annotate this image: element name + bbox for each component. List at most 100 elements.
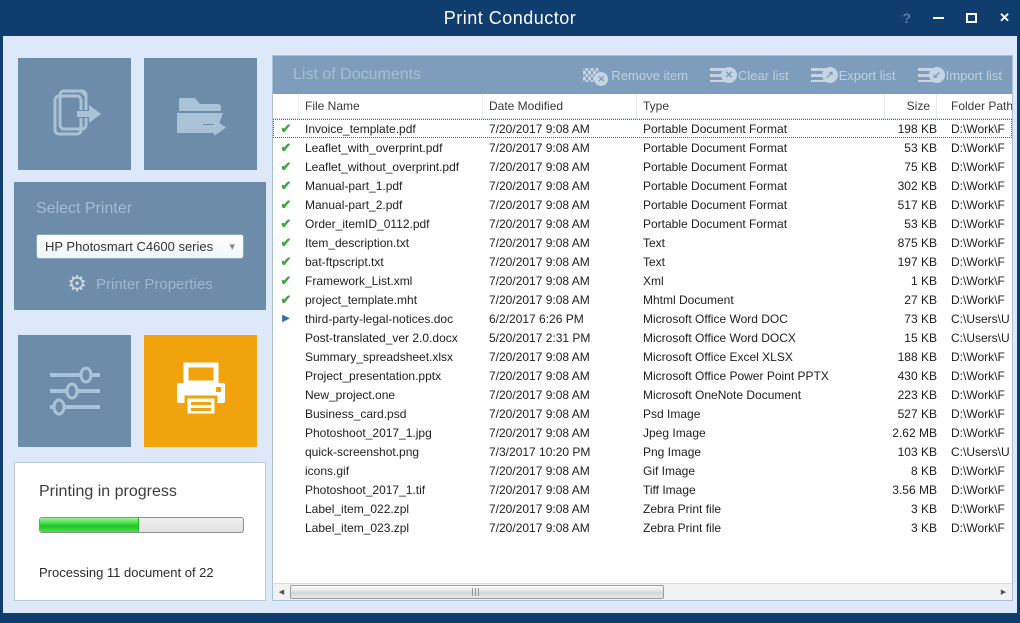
scroll-left-icon[interactable]: ◀ xyxy=(273,584,290,601)
scrollbar-thumb[interactable] xyxy=(290,585,664,599)
documents-panel: List of Documents ✕ Remove item ✕ Clear … xyxy=(272,55,1013,601)
size-cell: 53 KB xyxy=(885,217,937,231)
scroll-right-icon[interactable]: ▶ xyxy=(995,584,1012,601)
size-cell: 8 KB xyxy=(885,464,937,478)
import-list-button[interactable]: ↙ Import list xyxy=(918,66,1002,84)
date-modified-cell: 7/20/2017 9:08 AM xyxy=(483,407,637,421)
size-cell: 15 KB xyxy=(885,331,937,345)
date-modified-cell: 7/20/2017 9:08 AM xyxy=(483,141,637,155)
file-name-cell: Business_card.psd xyxy=(299,407,483,421)
folder-path-cell: C:\Users\U xyxy=(937,445,1012,459)
file-name-cell: Label_item_022.zpl xyxy=(299,502,483,516)
scrollbar-track[interactable] xyxy=(290,584,995,601)
settings-button[interactable] xyxy=(18,335,131,447)
date-modified-cell: 7/20/2017 9:08 AM xyxy=(483,521,637,535)
table-row[interactable]: ✔ Manual-part_2.pdf 7/20/2017 9:08 AM Po… xyxy=(273,195,1012,214)
clear-list-icon: ✕ xyxy=(710,66,732,84)
table-header: File Name Date Modified Type Size Folder… xyxy=(273,94,1012,119)
date-modified-cell: 7/20/2017 9:08 AM xyxy=(483,274,637,288)
folder-path-cell: D:\Work\F xyxy=(937,122,1012,136)
type-cell: Portable Document Format xyxy=(637,217,885,231)
header-size[interactable]: Size xyxy=(885,94,937,118)
table-row[interactable]: Photoshoot_2017_1.tif 7/20/2017 9:08 AM … xyxy=(273,480,1012,499)
table-row[interactable]: quick-screenshot.png 7/3/2017 10:20 PM P… xyxy=(273,442,1012,461)
status-icon: ✔ xyxy=(273,178,299,194)
remove-item-button[interactable]: ✕ Remove item xyxy=(583,66,688,84)
type-cell: Microsoft OneNote Document xyxy=(637,388,885,402)
status-icon: ✔ xyxy=(273,140,299,156)
table-row[interactable]: New_project.one 7/20/2017 9:08 AM Micros… xyxy=(273,385,1012,404)
printer-select[interactable]: HP Photosmart C4600 series ▾ xyxy=(36,234,244,259)
header-file-name[interactable]: File Name xyxy=(299,94,483,118)
type-cell: Psd Image xyxy=(637,407,885,421)
add-folder-button[interactable] xyxy=(144,58,257,170)
table-row[interactable]: Summary_spreadsheet.xlsx 7/20/2017 9:08 … xyxy=(273,347,1012,366)
status-icon: ✔ xyxy=(273,273,299,289)
horizontal-scrollbar[interactable]: ◀ ▶ xyxy=(273,583,1012,600)
status-icon: ▶ xyxy=(273,313,299,324)
date-modified-cell: 7/20/2017 9:08 AM xyxy=(483,388,637,402)
size-cell: 75 KB xyxy=(885,160,937,174)
print-button[interactable] xyxy=(144,335,257,447)
size-cell: 73 KB xyxy=(885,312,937,326)
table-row[interactable]: ✔ bat-ftpscript.txt 7/20/2017 9:08 AM Te… xyxy=(273,252,1012,271)
table-row[interactable]: Post-translated_ver 2.0.docx 5/20/2017 2… xyxy=(273,328,1012,347)
folder-path-cell: D:\Work\F xyxy=(937,198,1012,212)
date-modified-cell: 7/20/2017 9:08 AM xyxy=(483,426,637,440)
printer-properties-label: Printer Properties xyxy=(96,276,213,293)
table-row[interactable]: Photoshoot_2017_1.jpg 7/20/2017 9:08 AM … xyxy=(273,423,1012,442)
table-row[interactable]: ✔ Invoice_template.pdf 7/20/2017 9:08 AM… xyxy=(273,119,1012,138)
export-list-button[interactable]: ↗ Export list xyxy=(811,66,896,84)
export-list-icon: ↗ xyxy=(811,66,833,84)
maximize-button[interactable] xyxy=(966,13,977,23)
table-row[interactable]: Label_item_022.zpl 7/20/2017 9:08 AM Zeb… xyxy=(273,499,1012,518)
table-row[interactable]: ✔ Item_description.txt 7/20/2017 9:08 AM… xyxy=(273,233,1012,252)
date-modified-cell: 7/20/2017 9:08 AM xyxy=(483,160,637,174)
table-row[interactable]: ✔ Order_itemID_0112.pdf 7/20/2017 9:08 A… xyxy=(273,214,1012,233)
file-name-cell: Manual-part_1.pdf xyxy=(299,179,483,193)
folder-path-cell: D:\Work\F xyxy=(937,407,1012,421)
clear-list-button[interactable]: ✕ Clear list xyxy=(710,66,789,84)
remove-item-label: Remove item xyxy=(611,68,688,83)
header-status-column[interactable] xyxy=(273,94,299,118)
folder-path-cell: D:\Work\F xyxy=(937,502,1012,516)
table-row[interactable]: ▶ third-party-legal-notices.doc 6/2/2017… xyxy=(273,309,1012,328)
table-row[interactable]: ✔ Leaflet_with_overprint.pdf 7/20/2017 9… xyxy=(273,138,1012,157)
printer-properties-button[interactable]: ⚙ Printer Properties xyxy=(36,273,244,295)
select-printer-heading: Select Printer xyxy=(36,200,244,218)
selected-printer: HP Photosmart C4600 series xyxy=(45,239,229,254)
type-cell: Zebra Print file xyxy=(637,502,885,516)
table-row[interactable]: ✔ Framework_List.xml 7/20/2017 9:08 AM X… xyxy=(273,271,1012,290)
remove-item-icon: ✕ xyxy=(583,66,605,84)
table-row[interactable]: ✔ Manual-part_1.pdf 7/20/2017 9:08 AM Po… xyxy=(273,176,1012,195)
size-cell: 517 KB xyxy=(885,198,937,212)
date-modified-cell: 7/20/2017 9:08 AM xyxy=(483,369,637,383)
date-modified-cell: 7/20/2017 9:08 AM xyxy=(483,122,637,136)
table-row[interactable]: icons.gif 7/20/2017 9:08 AM Gif Image 8 … xyxy=(273,461,1012,480)
table-row[interactable]: ✔ project_template.mht 7/20/2017 9:08 AM… xyxy=(273,290,1012,309)
help-icon[interactable]: ? xyxy=(903,10,912,26)
close-button[interactable]: ✕ xyxy=(999,13,1010,23)
add-documents-button[interactable] xyxy=(18,58,131,170)
status-icon: ✔ xyxy=(273,292,299,308)
header-folder-path[interactable]: Folder Path xyxy=(937,94,1012,118)
date-modified-cell: 7/20/2017 9:08 AM xyxy=(483,464,637,478)
size-cell: 53 KB xyxy=(885,141,937,155)
status-icon: ✔ xyxy=(273,159,299,175)
table-row[interactable]: Business_card.psd 7/20/2017 9:08 AM Psd … xyxy=(273,404,1012,423)
minimize-button[interactable] xyxy=(933,17,944,19)
type-cell: Microsoft Office Word DOC xyxy=(637,312,885,326)
size-cell: 430 KB xyxy=(885,369,937,383)
file-name-cell: Post-translated_ver 2.0.docx xyxy=(299,331,483,345)
header-type[interactable]: Type xyxy=(637,94,885,118)
size-cell: 188 KB xyxy=(885,350,937,364)
header-date-modified[interactable]: Date Modified xyxy=(483,94,637,118)
folder-path-cell: D:\Work\F xyxy=(937,464,1012,478)
file-name-cell: Project_presentation.pptx xyxy=(299,369,483,383)
folder-path-cell: D:\Work\F xyxy=(937,369,1012,383)
add-folder-icon xyxy=(169,82,233,146)
table-row[interactable]: Project_presentation.pptx 7/20/2017 9:08… xyxy=(273,366,1012,385)
type-cell: Microsoft Office Excel XLSX xyxy=(637,350,885,364)
table-row[interactable]: ✔ Leaflet_without_overprint.pdf 7/20/201… xyxy=(273,157,1012,176)
table-row[interactable]: Label_item_023.zpl 7/20/2017 9:08 AM Zeb… xyxy=(273,518,1012,537)
